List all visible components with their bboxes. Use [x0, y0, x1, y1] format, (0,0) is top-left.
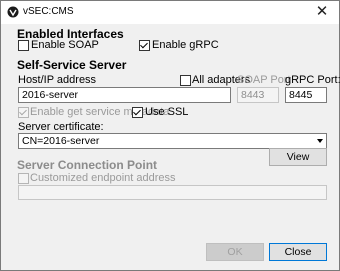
view-button[interactable]: View: [269, 148, 327, 166]
server-certificate-label: Server certificate:: [18, 121, 104, 133]
soap-port-label: SOAP Port: [237, 74, 291, 86]
window-title: vSEC:CMS: [23, 6, 74, 17]
title-bar: vSEC:CMS ✕: [1, 1, 339, 24]
enable-grpc-label: Enable gRPC: [152, 39, 219, 51]
custom-endpoint-label: Customized endpoint address: [30, 172, 176, 184]
all-adapters-checkbox[interactable]: [180, 75, 191, 86]
host-address-label: Host/IP address: [18, 74, 97, 86]
enable-soap-label: Enable SOAP: [31, 39, 99, 51]
close-button[interactable]: Close: [269, 243, 327, 261]
use-ssl-checkbox[interactable]: [132, 107, 143, 118]
ok-button[interactable]: OK: [206, 243, 264, 261]
server-certificate-select[interactable]: CN=2016-server: [18, 133, 327, 149]
custom-endpoint-checkbox[interactable]: [18, 173, 29, 184]
grpc-port-label: gRPC Port:: [285, 74, 340, 86]
app-logo-icon: [7, 6, 19, 18]
close-icon[interactable]: ✕: [313, 3, 331, 21]
get-metadata-checkbox[interactable]: [18, 107, 29, 118]
connection-point-title: Server Connection Point: [17, 158, 158, 172]
dialog-window: vSEC:CMS ✕ Enabled Interfaces Enable SOA…: [0, 0, 340, 271]
chevron-down-icon: [317, 139, 323, 143]
soap-port-input[interactable]: 8443: [237, 87, 279, 103]
enable-grpc-checkbox[interactable]: [139, 40, 150, 51]
use-ssl-label: Use SSL: [145, 106, 189, 118]
dialog-content: Enabled Interfaces Enable SOAP Enable gR…: [1, 24, 340, 270]
self-service-title: Self-Service Server: [17, 58, 127, 72]
server-certificate-value: CN=2016-server: [22, 135, 100, 147]
enable-soap-checkbox[interactable]: [18, 40, 29, 51]
grpc-port-input[interactable]: 8445: [285, 87, 327, 103]
host-address-input[interactable]: 2016-server: [18, 87, 231, 103]
endpoint-address-input[interactable]: [18, 185, 327, 200]
